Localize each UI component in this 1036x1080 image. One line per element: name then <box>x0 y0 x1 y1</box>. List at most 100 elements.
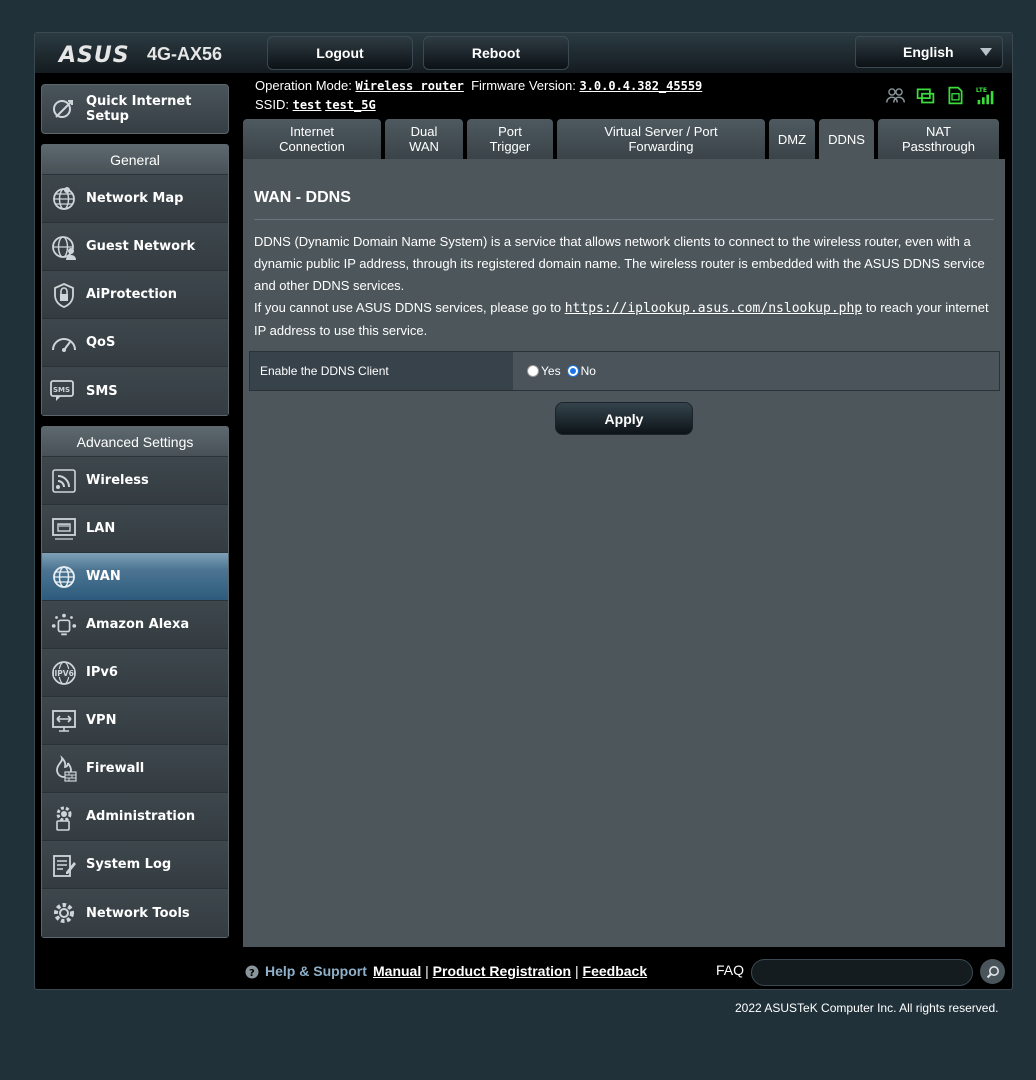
help-icon: ? <box>245 965 259 979</box>
apply-button[interactable]: Apply <box>555 402 693 435</box>
ddns-content-panel: WAN - DDNS DDNS (Dynamic Domain Name Sys… <box>243 159 1005 947</box>
quick-setup-label-1: Quick Internet <box>86 94 192 109</box>
aiprotection-icon <box>50 281 78 309</box>
title-divider <box>254 219 994 220</box>
quick-setup-label-2: Setup <box>86 109 129 124</box>
wan-icon <box>50 563 78 591</box>
sidebar-item-sms[interactable]: SMS SMS <box>42 367 228 415</box>
sidebar-item-label: IPv6 <box>86 665 118 680</box>
sidebar-item-ipv6[interactable]: IPV6 IPv6 <box>42 649 228 697</box>
tab-nat-passthrough[interactable]: NAT Passthrough <box>878 119 999 159</box>
model-name: 4G-AX56 <box>147 44 223 64</box>
ddns-client-options: Yes No <box>513 352 999 390</box>
sidebar-item-qos[interactable]: QoS <box>42 319 228 367</box>
lte-signal-icon[interactable]: LTE <box>975 85 996 106</box>
firmware-label: Firmware Version: <box>471 78 576 93</box>
sidebar-item-wireless[interactable]: Wireless <box>42 457 228 505</box>
tab-label: DMZ <box>777 131 807 147</box>
ssid-link-2[interactable]: test_5G <box>325 98 376 112</box>
wireless-icon <box>50 467 78 495</box>
language-select[interactable]: English <box>855 36 1003 68</box>
svg-text:?: ? <box>249 968 255 979</box>
sidebar-item-aiprotection[interactable]: AiProtection <box>42 271 228 319</box>
tab-dmz[interactable]: DMZ <box>769 119 815 159</box>
sidebar-item-wan[interactable]: WAN <box>42 553 228 601</box>
footer-separator: | <box>425 963 429 979</box>
manual-link[interactable]: Manual <box>373 963 421 979</box>
feedback-link[interactable]: Feedback <box>583 963 648 979</box>
tab-port-trigger[interactable]: Port Trigger <box>467 119 553 159</box>
network-map-icon <box>50 185 78 213</box>
firewall-icon <box>50 754 78 783</box>
sidebar-item-label: VPN <box>86 713 117 728</box>
description-text: If you cannot use ASUS DDNS services, pl… <box>254 300 565 315</box>
tab-virtual-server[interactable]: Virtual Server / Port Forwarding <box>557 119 765 159</box>
tab-dual-wan[interactable]: Dual WAN <box>385 119 463 159</box>
tab-label: NAT <box>925 124 952 139</box>
faq-search-button[interactable] <box>980 959 1005 984</box>
sidebar-item-label: Network Map <box>86 191 184 206</box>
ddns-description: DDNS (Dynamic Domain Name System) is a s… <box>254 231 999 342</box>
lan-icon <box>50 515 78 543</box>
tab-label: Passthrough <box>902 139 975 154</box>
description-paragraph-1: DDNS (Dynamic Domain Name System) is a s… <box>254 234 985 293</box>
language-value: English <box>903 44 954 60</box>
radio-yes[interactable] <box>527 365 539 377</box>
sidebar-item-label: Administration <box>86 809 196 824</box>
vpn-icon <box>50 707 78 735</box>
general-menu-title: General <box>42 145 228 175</box>
operation-mode-link[interactable]: Wireless router <box>355 79 463 93</box>
sidebar-item-administration[interactable]: Administration <box>42 793 228 841</box>
firmware-version-link[interactable]: 3.0.0.4.382_45559 <box>579 79 702 93</box>
sidebar-item-label: Amazon Alexa <box>86 617 190 632</box>
tab-internet-connection[interactable]: Internet Connection <box>243 119 381 159</box>
network-tools-icon <box>50 899 78 927</box>
sim-icon[interactable] <box>945 85 966 106</box>
sidebar-item-label: WAN <box>86 569 121 584</box>
footer-links: Manual | Product Registration | Feedback <box>373 963 647 979</box>
iplookup-link[interactable]: https://iplookup.asus.com/nslookup.php <box>565 301 862 316</box>
sidebar-item-network-map[interactable]: Network Map <box>42 175 228 223</box>
tab-label: Connection <box>279 139 345 154</box>
logout-button[interactable]: Logout <box>267 36 413 70</box>
tab-ddns[interactable]: DDNS <box>819 119 874 159</box>
guest-network-icon <box>50 233 78 261</box>
help-support-label: Help & Support <box>265 963 367 979</box>
operation-mode-line: Operation Mode: Wireless router Firmware… <box>255 78 702 93</box>
product-registration-link[interactable]: Product Registration <box>433 963 571 979</box>
radio-yes-label[interactable]: Yes <box>541 364 561 378</box>
ssid-link-1[interactable]: test <box>293 98 322 112</box>
status-icons: LTE <box>885 85 996 106</box>
tab-label: Trigger <box>489 139 531 154</box>
sidebar-item-label: Wireless <box>86 473 149 488</box>
footer-bar: ? Help & Support Manual | Product Regist… <box>245 959 1005 989</box>
operation-mode-label: Operation Mode: <box>255 78 352 93</box>
quick-internet-setup-button[interactable]: Quick Internet Setup <box>41 84 229 134</box>
sidebar-item-vpn[interactable]: VPN <box>42 697 228 745</box>
sidebar-item-label: SMS <box>86 383 118 399</box>
sidebar-item-label: Network Tools <box>86 905 190 921</box>
sidebar-item-system-log[interactable]: System Log <box>42 841 228 889</box>
administration-icon <box>50 803 78 831</box>
sidebar-item-network-tools[interactable]: Network Tools <box>42 889 228 937</box>
tab-label: Forwarding <box>628 139 694 154</box>
asus-logo[interactable]: ASUS <box>59 43 130 68</box>
radio-no[interactable] <box>566 365 579 377</box>
search-icon <box>986 965 999 978</box>
tab-label: WAN <box>409 139 439 154</box>
sidebar-item-label: LAN <box>86 521 116 536</box>
usb-icon[interactable] <box>915 85 936 106</box>
router-ui-frame: ASUS 4G-AX56 Logout Reboot English Opera… <box>34 32 1013 990</box>
sidebar-item-lan[interactable]: LAN <box>42 505 228 553</box>
ssid-line: SSID: test test_5G <box>255 97 376 112</box>
faq-search-input[interactable] <box>751 959 973 986</box>
reboot-button[interactable]: Reboot <box>423 36 569 70</box>
sms-badge: SMS <box>53 386 70 394</box>
sidebar-item-firewall[interactable]: Firewall <box>42 745 228 793</box>
sidebar-item-guest-network[interactable]: Guest Network <box>42 223 228 271</box>
radio-no-label[interactable]: No <box>581 364 596 378</box>
clients-icon[interactable] <box>885 85 906 106</box>
qos-icon <box>50 329 78 357</box>
sms-icon: SMS <box>50 377 78 405</box>
sidebar-item-amazon-alexa[interactable]: Amazon Alexa <box>42 601 228 649</box>
